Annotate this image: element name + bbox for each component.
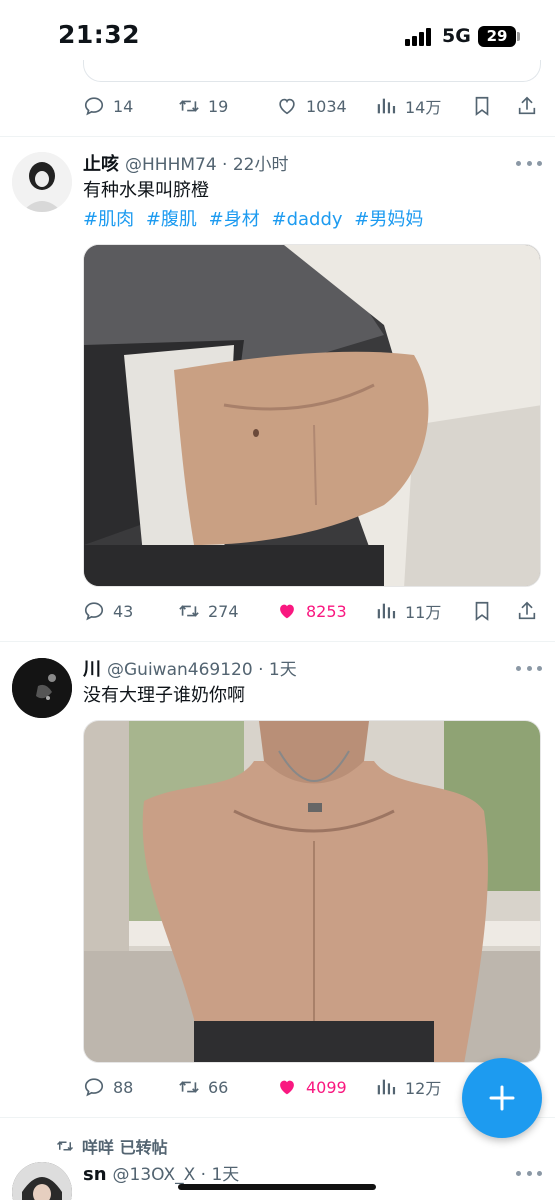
bookmark-button[interactable] [471, 91, 501, 121]
heart-icon [280, 604, 294, 619]
hashtag-list: #肌肉 #腹肌 #身材 #daddy #男妈妈 [83, 207, 429, 233]
more-icon [516, 160, 521, 166]
divider [0, 136, 555, 137]
heart-icon [280, 1080, 294, 1095]
signal-icon [405, 28, 431, 46]
hashtag[interactable]: #男妈妈 [354, 209, 423, 230]
views-icon [377, 603, 396, 619]
share-icon [518, 601, 536, 620]
like-count: 4099 [306, 1077, 347, 1097]
tweet-image[interactable] [83, 244, 541, 587]
author-handle[interactable]: @13OX_X · 1天 [113, 1160, 240, 1185]
reply-count: 14 [113, 96, 134, 116]
bookmark-icon [475, 96, 489, 116]
reply-icon [84, 97, 104, 116]
reply-icon [84, 602, 104, 621]
tweet-header: 川 @Guiwan469120 · 1天 [83, 655, 297, 681]
action-row: 14 19 1034 14万 [83, 91, 548, 121]
retweet-icon [179, 605, 199, 617]
author-name[interactable]: sn [83, 1164, 107, 1185]
battery-tip [517, 32, 520, 41]
retweet-icon [56, 1141, 74, 1151]
hashtag[interactable]: #腹肌 [146, 209, 197, 230]
hashtag[interactable]: #daddy [271, 209, 342, 230]
author-handle[interactable]: @HHHM74 · 22小时 [125, 150, 289, 175]
battery-icon: 29 [478, 26, 516, 47]
hashtag[interactable]: #肌肉 [83, 209, 134, 230]
author-handle[interactable]: @Guiwan469120 · 1天 [107, 655, 297, 680]
retweet-count: 66 [208, 1077, 229, 1097]
tweet-text: 没有大理子谁奶你啊 [83, 685, 245, 706]
heart-icon [279, 98, 295, 115]
retweet-button[interactable]: 274 [178, 596, 239, 626]
more-button[interactable] [516, 158, 542, 168]
reply-button[interactable]: 88 [83, 1072, 133, 1102]
more-icon [516, 665, 521, 671]
divider [0, 641, 555, 642]
retweet-icon [179, 1081, 199, 1093]
reply-button[interactable]: 14 [83, 91, 133, 121]
tweet-header: sn @13OX_X · 1天 [83, 1160, 239, 1186]
views-button[interactable]: 14万 [375, 91, 441, 121]
views-count: 11万 [405, 603, 442, 622]
like-button[interactable]: 1034 [276, 91, 347, 121]
action-row: 43 274 8253 11万 [83, 596, 548, 626]
status-time: 21:32 [58, 20, 141, 49]
network-label: 5G [442, 25, 471, 47]
retweet-button[interactable]: 66 [178, 1072, 228, 1102]
like-count: 1034 [306, 96, 347, 116]
compose-button[interactable] [462, 1058, 542, 1138]
retweet-icon [179, 100, 199, 112]
author-name[interactable]: 止咳 [83, 150, 119, 176]
retweet-count: 274 [208, 601, 239, 621]
more-button[interactable] [516, 663, 542, 673]
avatar[interactable] [12, 152, 72, 212]
reply-icon [84, 1078, 104, 1097]
views-count: 14万 [405, 98, 442, 117]
reply-count: 88 [113, 1077, 134, 1097]
bookmark-icon [475, 601, 489, 621]
views-icon [377, 98, 396, 114]
share-button[interactable] [516, 91, 546, 121]
share-button[interactable] [516, 596, 546, 626]
tweet-image[interactable] [83, 720, 541, 1063]
retweeted-by[interactable]: 咩咩 已转帖 [56, 1134, 168, 1158]
bookmark-button[interactable] [471, 596, 501, 626]
like-button[interactable]: 8253 [276, 596, 347, 626]
more-button[interactable] [516, 1168, 542, 1178]
more-icon [516, 1170, 521, 1176]
home-indicator[interactable] [178, 1184, 376, 1190]
views-button[interactable]: 11万 [375, 596, 441, 626]
tweet-text: 有种水果叫脐橙 [83, 180, 209, 201]
tweet-header: 止咳 @HHHM74 · 22小时 [83, 150, 289, 176]
retweet-count: 19 [208, 96, 229, 116]
like-button[interactable]: 4099 [276, 1072, 347, 1102]
author-name[interactable]: 川 [83, 655, 101, 681]
views-button[interactable]: 12万 [375, 1072, 441, 1102]
avatar[interactable] [12, 658, 72, 718]
reply-count: 43 [113, 601, 134, 621]
share-icon [518, 96, 536, 115]
views-count: 12万 [405, 1079, 442, 1098]
plus-icon [489, 1085, 515, 1111]
retweet-button[interactable]: 19 [178, 91, 228, 121]
views-icon [377, 1079, 396, 1095]
hashtag[interactable]: #身材 [209, 209, 260, 230]
reply-button[interactable]: 43 [83, 596, 133, 626]
avatar[interactable] [12, 1162, 72, 1200]
retweeted-by-label: 咩咩 已转帖 [82, 1138, 168, 1157]
quoted-card-edge [83, 60, 541, 82]
like-count: 8253 [306, 601, 347, 621]
